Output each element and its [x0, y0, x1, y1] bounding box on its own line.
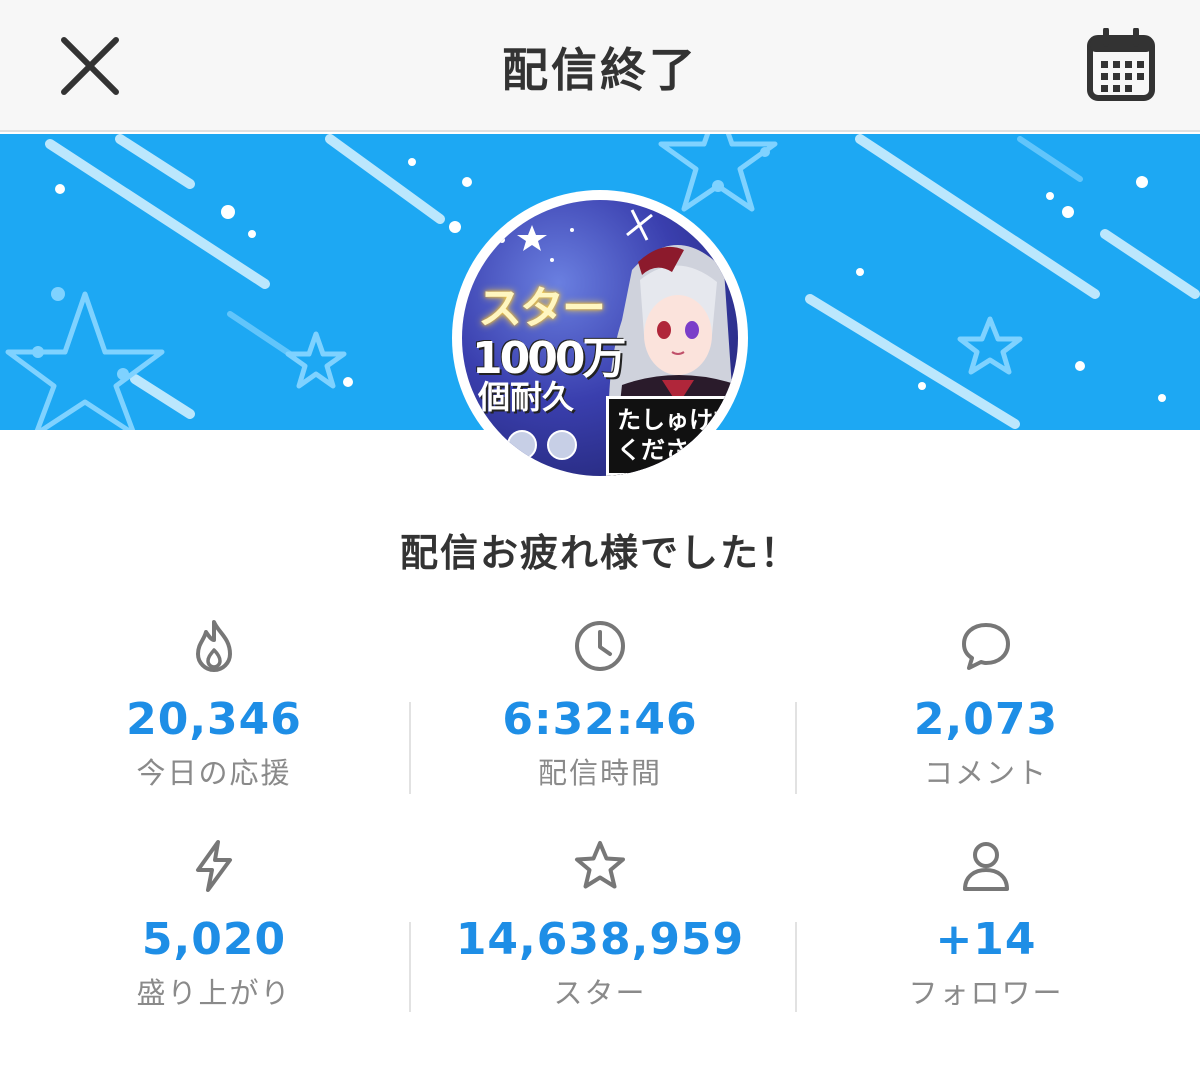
stat-label: 盛り上がり	[136, 976, 292, 1010]
calendar-button[interactable]	[1086, 27, 1156, 102]
stat-label: 配信時間	[537, 756, 662, 790]
avatar-image: スター 1000万 個耐久 たしゅけて くださ	[462, 200, 738, 476]
stat-stars: 14,638,959 スター	[400, 820, 800, 1030]
stat-value: 14,638,959	[455, 914, 745, 965]
avatar-overlay-text: 個耐久	[478, 378, 575, 416]
page-title: 配信終了	[502, 43, 698, 97]
stat-value: +14	[935, 914, 1037, 965]
stat-label: コメント	[923, 756, 1048, 790]
stat-label: フォロワー	[908, 976, 1064, 1010]
calendar-icon[interactable]	[1086, 27, 1156, 102]
stats-grid: 20,346 今日の応援 6:32:46 配信時間 2,073 コメント 5,0…	[0, 600, 1200, 1040]
stat-excitement: 5,020 盛り上がり	[14, 820, 414, 1030]
stat-value: 6:32:46	[502, 694, 698, 745]
stat-label: 今日の応援	[136, 756, 292, 790]
clock-icon	[575, 621, 625, 671]
stat-duration: 6:32:46 配信時間	[400, 600, 800, 810]
greeting-message: 配信お疲れ様でした！	[399, 531, 800, 575]
stat-label: スター	[553, 976, 647, 1010]
stat-comments: 2,073 コメント	[786, 600, 1186, 810]
stat-value: 5,020	[141, 914, 287, 965]
avatar-overlay-box: たしゅけて くださ	[606, 396, 738, 476]
stat-value: 20,346	[126, 694, 302, 745]
stat-followers: +14 フォロワー	[786, 820, 1186, 1030]
top-bar: 配信終了	[0, 0, 1200, 132]
stat-cheers: 20,346 今日の応援	[14, 600, 414, 810]
streamer-avatar: スター 1000万 個耐久 たしゅけて くださ	[452, 190, 748, 486]
lightning-icon	[196, 840, 232, 892]
person-icon	[963, 842, 1009, 891]
fire-icon	[196, 620, 232, 672]
comment-icon	[962, 623, 1010, 670]
stat-value: 2,073	[913, 694, 1059, 745]
star-icon	[575, 841, 625, 889]
